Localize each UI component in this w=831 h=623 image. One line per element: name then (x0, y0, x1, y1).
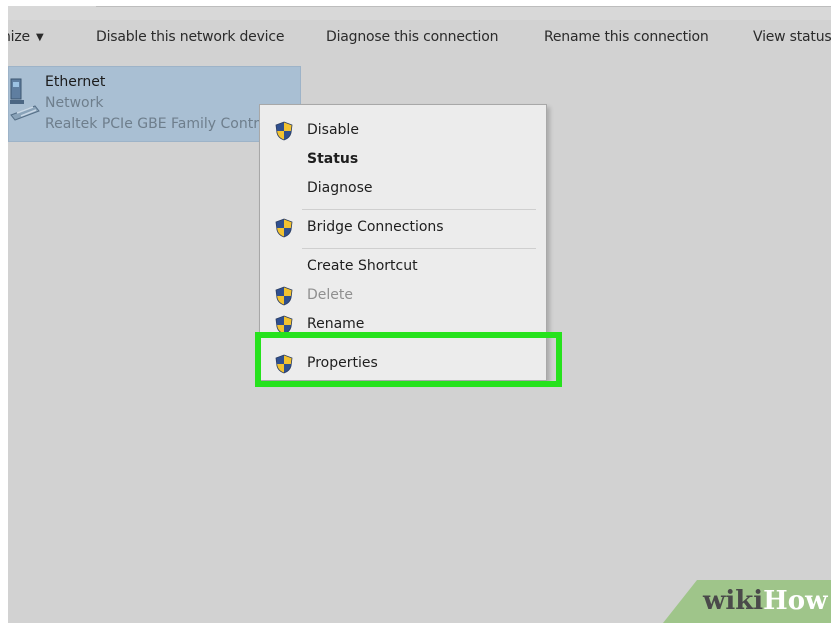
organize-label: nize (8, 29, 30, 45)
menu-item-label: Diagnose (307, 180, 373, 196)
address-bar-strip (8, 6, 831, 20)
command-toolbar: nize ▼ Disable this network device Diagno… (8, 20, 831, 56)
watermark-text: wikiHow (703, 586, 827, 616)
menu-separator (302, 248, 536, 249)
menu-separator (302, 209, 536, 210)
menu-item-bridge-connections[interactable]: Bridge Connections (260, 214, 546, 242)
adapter-type: Network (45, 95, 104, 111)
uac-shield-icon (275, 286, 293, 306)
menu-item-label: Disable (307, 122, 359, 138)
menu-item-label: Bridge Connections (307, 219, 444, 235)
menu-item-label: Delete (307, 287, 353, 303)
menu-item-disable[interactable]: Disable (260, 117, 546, 145)
properties-highlight-frame (255, 332, 562, 387)
adapter-name: Ethernet (45, 74, 106, 90)
menu-item-label: Create Shortcut (307, 258, 418, 274)
menu-item-label: Rename (307, 316, 365, 332)
disable-device-button[interactable]: Disable this network device (96, 29, 284, 45)
adapter-description: Realtek PCIe GBE Family Contro (45, 116, 268, 132)
watermark-wiki: wiki (703, 586, 764, 616)
menu-item-label: Status (307, 151, 359, 167)
menu-item-create-shortcut[interactable]: Create Shortcut (260, 253, 546, 281)
menu-item-delete: Delete (260, 282, 546, 310)
diagnose-connection-button[interactable]: Diagnose this connection (326, 29, 498, 45)
uac-shield-icon (275, 218, 293, 238)
uac-shield-icon (275, 121, 293, 141)
network-adapter-icon (10, 78, 40, 121)
rename-connection-button[interactable]: Rename this connection (544, 29, 709, 45)
view-status-button[interactable]: View status (753, 29, 831, 45)
caret-down-icon: ▼ (35, 32, 44, 43)
address-bar-edge (96, 6, 831, 7)
organize-menu-button[interactable]: nize ▼ (8, 29, 44, 45)
ethernet-adapter-item[interactable]: Ethernet Network Realtek PCIe GBE Family… (8, 66, 301, 142)
menu-item-diagnose[interactable]: Diagnose (260, 175, 546, 203)
watermark-how: How (763, 586, 828, 616)
menu-item-status[interactable]: Status (260, 146, 546, 174)
wikihow-watermark: wikiHow (663, 580, 831, 623)
